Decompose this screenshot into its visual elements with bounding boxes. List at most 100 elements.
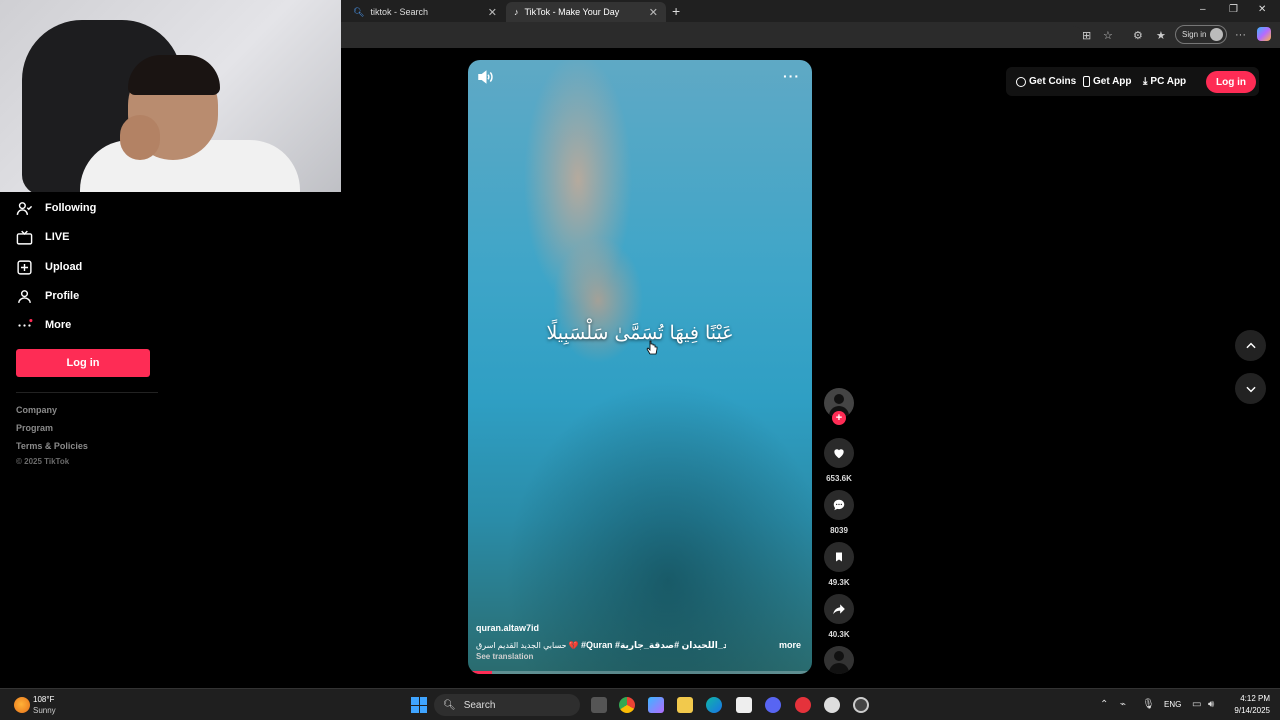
copyright-text: © 2025 TikTok — [16, 457, 70, 466]
windows-start-icon[interactable] — [411, 697, 427, 713]
save-count: 49.3K — [828, 578, 850, 587]
display-icon[interactable]: ▭ — [1192, 699, 1201, 710]
follow-plus-icon[interactable]: + — [832, 411, 846, 425]
minimize-button[interactable]: – — [1200, 4, 1206, 15]
clock-time[interactable]: 4:12 PM — [1226, 694, 1270, 703]
taskbar-search-box[interactable]: 🔍︎ Search — [434, 694, 580, 716]
get-app-link[interactable]: Get App — [1083, 76, 1132, 87]
chrome-icon[interactable] — [619, 697, 635, 713]
close-tab-icon[interactable]: ✕ — [649, 6, 658, 19]
sidebar-item-label: Profile — [45, 290, 80, 302]
comment-count: 8039 — [830, 526, 848, 535]
share-button[interactable] — [824, 594, 854, 624]
video-options-icon[interactable]: ··· — [783, 68, 800, 84]
get-coins-label: Get Coins — [1029, 76, 1077, 87]
more-icon — [18, 318, 33, 327]
search-icon: 🔍︎ — [353, 6, 365, 17]
sidebar-item-upload[interactable]: Upload — [16, 255, 82, 279]
weather-temperature[interactable]: 108°F — [33, 695, 54, 704]
profile-icon — [18, 289, 31, 303]
see-translation-link[interactable]: See translation — [476, 652, 533, 661]
obs-icon[interactable] — [853, 697, 869, 713]
copilot-icon[interactable] — [1257, 27, 1271, 41]
pc-app-link[interactable]: ⤓ PC App — [1143, 76, 1186, 87]
sidebar-item-following[interactable]: Following — [16, 196, 96, 220]
tab-tiktok-search[interactable]: 🔍︎ tiktok - Search ✕ — [345, 2, 505, 22]
close-window-button[interactable]: ✕ — [1258, 4, 1266, 15]
clock-date[interactable]: 9/14/2025 — [1220, 706, 1270, 715]
mouse-cursor-icon — [646, 340, 658, 355]
weather-description[interactable]: Sunny — [33, 706, 56, 715]
volume-tray-icon[interactable]: 🔊︎ — [1208, 699, 1214, 710]
video-player[interactable]: ··· عَيْنًا فِيهَا تُسَمَّىٰ سَلْسَبِيلً… — [468, 60, 812, 674]
settings-more-icon[interactable]: ··· — [1235, 29, 1246, 41]
upload-icon — [17, 259, 32, 275]
video-author[interactable]: quran.altaw7id — [476, 623, 539, 633]
copilot-app-icon[interactable] — [648, 697, 664, 713]
heart-icon — [834, 449, 844, 459]
tray-network-icon[interactable]: ⌁ — [1120, 699, 1126, 710]
split-screen-icon[interactable]: ⊞ — [1082, 29, 1091, 42]
task-view-icon[interactable] — [591, 697, 607, 713]
weather-sun-icon[interactable] — [14, 697, 30, 713]
sidebar-item-profile[interactable]: Profile — [16, 284, 79, 308]
comment-button[interactable] — [824, 490, 854, 520]
like-count: 653.6K — [826, 474, 852, 483]
video-progress-bar[interactable] — [468, 671, 812, 674]
following-icon — [16, 201, 33, 215]
video-hashtags[interactable]: #Quran #محمد_اللحيدان #صدقة_جارية ... — [581, 640, 726, 650]
close-tab-icon[interactable]: ✕ — [488, 6, 497, 19]
see-more-link[interactable]: more — [779, 640, 801, 650]
discord-icon[interactable] — [765, 697, 781, 713]
save-button[interactable] — [824, 542, 854, 572]
taskbar-search-placeholder: Search — [463, 699, 496, 711]
microphone-icon[interactable]: 🎙︎ — [1142, 699, 1155, 710]
volume-icon[interactable] — [476, 68, 494, 86]
tab-label: TikTok - Make Your Day — [524, 7, 620, 17]
tiktok-logo-icon: ♪ — [514, 7, 519, 17]
coin-icon — [1016, 76, 1026, 87]
sidebar-item-label: Upload — [45, 261, 83, 273]
footer-link-program[interactable]: Program — [16, 423, 53, 433]
video-description: حسابي الجديد القديم اسرق 💔 #Quran #محمد_… — [476, 640, 726, 651]
bookmark-icon — [836, 552, 842, 562]
video-progress-fill — [468, 671, 493, 674]
profile-avatar-icon — [1210, 28, 1224, 41]
sidebar-item-live[interactable]: LIVE — [16, 225, 69, 249]
header-login-button[interactable]: Log in — [1206, 71, 1256, 93]
next-video-button[interactable] — [1235, 373, 1266, 404]
chevron-up-icon — [1245, 342, 1256, 348]
microsoft-store-icon[interactable] — [736, 697, 752, 713]
get-coins-link[interactable]: Get Coins — [1016, 76, 1076, 87]
previous-video-button[interactable] — [1235, 330, 1266, 361]
recording-app-icon[interactable] — [795, 697, 811, 713]
sidebar-login-button[interactable]: Log in — [16, 349, 150, 377]
live-icon — [16, 230, 33, 245]
file-explorer-icon[interactable] — [677, 697, 693, 713]
tab-tiktok-main[interactable]: ♪ TikTok - Make Your Day ✕ — [506, 2, 666, 22]
share-icon — [833, 604, 845, 615]
footer-link-terms[interactable]: Terms & Policies — [16, 441, 88, 451]
sign-in-button[interactable]: Sign in — [1175, 25, 1227, 44]
footer-link-company[interactable]: Company — [16, 405, 57, 415]
get-app-label: Get App — [1093, 76, 1132, 87]
sidebar: Following LIVE Upload Profile More Log i… — [0, 192, 165, 692]
new-tab-button[interactable]: + — [672, 3, 680, 19]
sidebar-item-more[interactable]: More — [16, 313, 71, 337]
download-icon: ⤓ — [1143, 76, 1148, 87]
like-button[interactable] — [824, 438, 854, 468]
extensions-icon[interactable]: ⚙ — [1133, 29, 1143, 42]
video-description-text: حسابي الجديد القديم اسرق 💔 — [476, 641, 579, 650]
music-disc-avatar[interactable] — [824, 646, 854, 674]
restore-button[interactable]: ❐ — [1229, 4, 1238, 15]
tray-overflow-icon[interactable]: ⌃ — [1100, 699, 1108, 710]
settings-app-icon[interactable] — [824, 697, 840, 713]
address-bar[interactable] — [342, 26, 1082, 44]
tab-label: tiktok - Search — [370, 7, 428, 17]
language-indicator[interactable]: ENG — [1164, 700, 1181, 709]
edge-icon[interactable] — [706, 697, 722, 713]
person-hand — [120, 115, 160, 160]
person-hair — [128, 55, 220, 95]
favorite-star-icon[interactable]: ☆ — [1103, 29, 1113, 42]
favorites-icon[interactable]: ★ — [1156, 29, 1166, 42]
